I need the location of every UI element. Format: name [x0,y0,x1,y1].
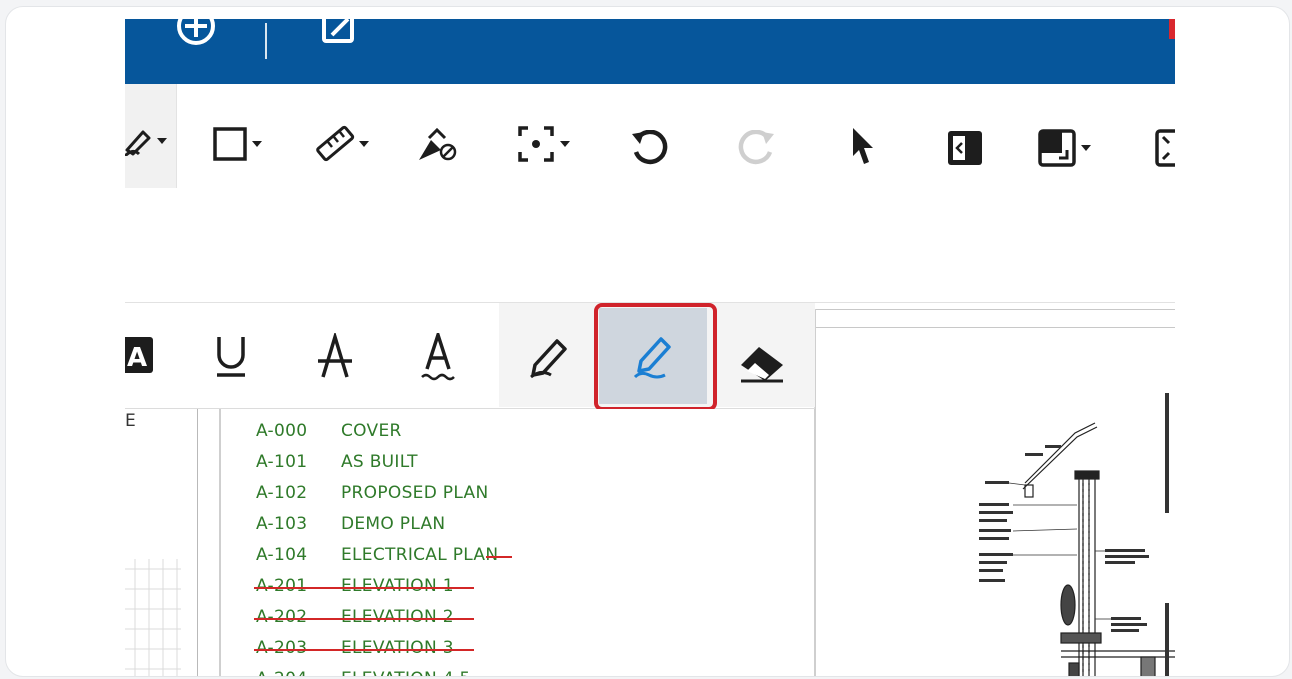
rectangle-icon [213,127,247,161]
fill-disable-icon [419,127,457,161]
undo-icon[interactable] [630,130,668,168]
layout-tool-button[interactable] [1037,128,1091,168]
drawing-fragment [125,559,181,676]
collapse-panel-icon[interactable] [945,128,985,168]
notification-marker [1169,19,1175,39]
sheet-row: A-101 AS BUILT [256,452,418,482]
sheet-number: A-101 [256,452,308,472]
annotation-toolbar [125,84,1175,194]
underline-icon[interactable] [213,333,249,379]
sheet-row: A-204 ELEVATION 4,5 [256,669,471,676]
squiggly-icon[interactable] [418,333,458,383]
sheet-title: COVER [341,421,402,441]
area-select-tool-button[interactable] [516,124,570,164]
sheet-title: DEMO PLAN [341,514,446,534]
strikethrough-markup [254,618,474,620]
fit-icon[interactable] [1155,128,1175,168]
divider [815,309,1175,310]
strikethrough-markup [254,587,474,589]
document-left-strip: E [125,409,217,676]
sheet-border-line [197,409,198,676]
chevron-down-icon [359,141,369,147]
eraser-icon[interactable] [737,343,789,383]
sheet-index-list: A-000 COVER A-101 AS BUILT A-102 PROPOSE… [221,409,815,676]
sheet-title: ELEVATION 4,5 [341,669,471,676]
measure-tool-button[interactable] [311,124,369,164]
sheet-number: A-102 [256,483,308,503]
sheet-number: A-204 [256,669,341,676]
tutorial-highlight-outline [594,303,717,411]
pen-icon[interactable] [527,333,571,379]
sheet-row: A-102 PROPOSED PLAN [256,483,488,513]
sheet-title: ELEVATION 3 [341,638,454,658]
ruler-icon [316,125,355,162]
wall-section-drawing [979,393,1175,676]
toolbar-separator [265,23,267,59]
chevron-down-icon [1081,145,1091,151]
sheet-title: ELECTRICAL PLAN [341,545,499,565]
layout-icon [1038,129,1076,167]
redo-icon[interactable] [738,130,776,168]
sheet-title: ELEVATION 2 [341,607,454,627]
strikethrough-markup [254,649,474,651]
text-box-icon[interactable]: A [125,335,157,375]
sheet-row: A-103 DEMO PLAN [256,514,445,544]
focus-select-icon [518,126,554,162]
top-app-bar [125,19,1175,84]
sheet-number: A-201 [256,576,308,596]
freehand-pen-icon [125,130,151,156]
sheet-number: A-000 [256,421,308,441]
text-markup-toolbar: A [125,303,815,411]
sheet-row-struck: A-203 ELEVATION 3 [254,638,474,668]
chevron-down-icon [157,138,167,144]
sheet-row: A-000 COVER [256,421,402,451]
app-viewport: A E A-000 COVER A-101 AS BUILT A-102 PRO… [125,19,1175,676]
column-fragment-text: E [125,411,136,431]
strikethrough-markup [486,556,512,558]
screenshot-frame: A E A-000 COVER A-101 AS BUILT A-102 PRO… [5,6,1290,677]
sheet-number: A-203 [256,638,308,658]
drawing-preview-panel [815,303,1175,676]
sheet-number: A-103 [256,514,308,534]
sheet-title: PROPOSED PLAN [341,483,489,503]
rectangle-tool-button[interactable] [212,126,262,162]
freehand-tool-button[interactable] [125,126,167,156]
sheet-row-struck: A-201 ELEVATION 1 [254,576,474,606]
chevron-down-icon [252,141,262,147]
sheet-title: AS BUILT [341,452,418,472]
divider [815,309,816,676]
sheet-number: A-202 [256,607,308,627]
svg-text:A: A [127,343,147,373]
divider [815,327,1175,328]
strikethrough-icon[interactable] [316,333,354,379]
sheet-title: ELEVATION 1 [341,576,454,596]
fill-disable-tool-button[interactable] [415,124,461,164]
sheet-row-struck: A-202 ELEVATION 2 [254,607,474,637]
sheet-number: A-104 [256,545,308,565]
sheet-row: A-104 ELECTRICAL PLAN [256,545,498,575]
edit-square-icon[interactable] [318,19,364,49]
chevron-down-icon [560,141,570,147]
add-circle-icon[interactable] [171,19,221,49]
pointer-icon[interactable] [847,126,877,168]
